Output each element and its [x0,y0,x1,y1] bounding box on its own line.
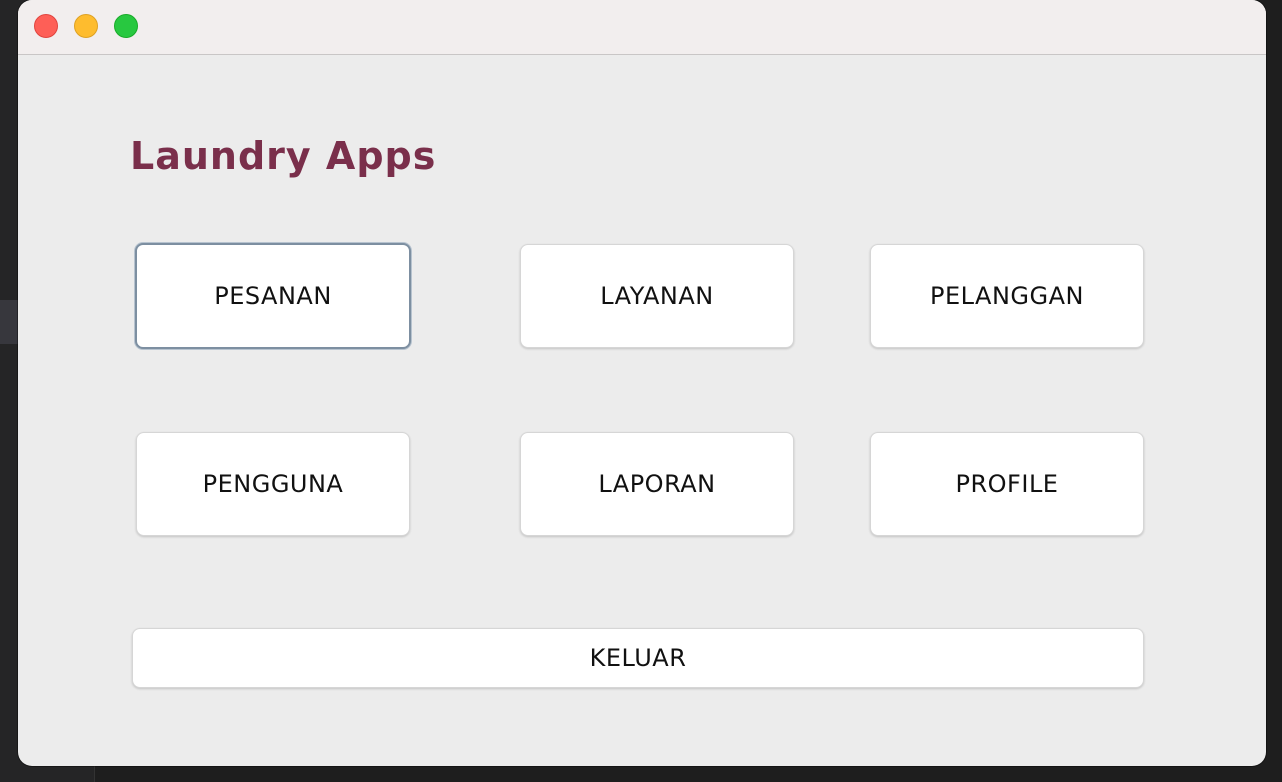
laporan-button[interactable]: LAPORAN [520,432,794,536]
close-window-button[interactable] [34,14,58,38]
profile-button[interactable]: PROFILE [870,432,1144,536]
zoom-window-button[interactable] [114,14,138,38]
pelanggan-button[interactable]: PELANGGAN [870,244,1144,348]
app-title: Laundry Apps [130,134,437,178]
layanan-button[interactable]: LAYANAN [520,244,794,348]
pengguna-button[interactable]: PENGGUNA [136,432,410,536]
app-window: Laundry Apps PESANAN LAYANAN PELANGGAN P… [18,0,1266,766]
keluar-button[interactable]: KELUAR [132,628,1144,688]
minimize-window-button[interactable] [74,14,98,38]
title-bar [18,0,1266,55]
pesanan-button[interactable]: PESANAN [135,243,411,349]
